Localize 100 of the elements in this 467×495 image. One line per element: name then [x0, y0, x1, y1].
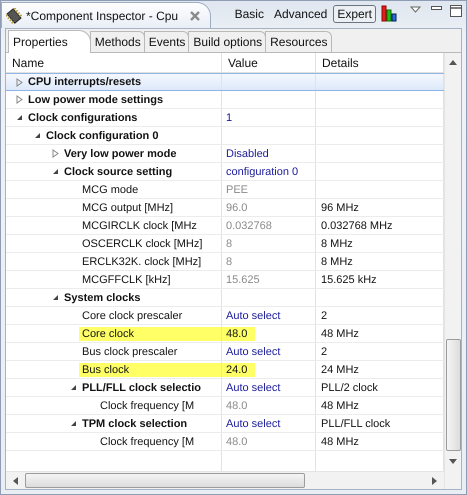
- property-name: MCGFFCLK [kHz]: [81, 272, 172, 286]
- expand-arrow-icon[interactable]: [52, 149, 59, 158]
- property-value[interactable]: Auto select: [222, 416, 288, 430]
- property-name: System clocks: [63, 290, 142, 304]
- tree-row[interactable]: Core clock prescaler Auto select 2: [6, 307, 444, 325]
- tree-row[interactable]: MCGIRCLK clock [MHz 0.032768 0.032768 MHz: [6, 217, 444, 235]
- tree-row[interactable]: Clock configuration 0: [6, 127, 444, 145]
- property-value[interactable]: Auto select: [222, 344, 288, 358]
- scroll-down-icon[interactable]: [449, 459, 457, 465]
- tree-row[interactable]: MCG mode PEE: [6, 181, 444, 199]
- expand-arrow-icon[interactable]: [16, 78, 23, 86]
- property-value: 48.0: [225, 398, 248, 412]
- tree-row[interactable]: Clock configurations 1: [6, 109, 444, 127]
- property-name: MCG mode: [81, 182, 140, 196]
- property-value: 96.0: [225, 200, 248, 214]
- property-details: 24 MHz: [320, 364, 359, 376]
- property-details: 0.032768 MHz: [320, 220, 393, 232]
- property-name: Clock configuration 0: [45, 128, 160, 142]
- tree-row[interactable]: System clocks: [6, 289, 444, 307]
- property-name: Clock configurations: [27, 110, 138, 124]
- tab[interactable]: Resources: [265, 31, 332, 52]
- property-name: ERCLK32K. clock [MHz]: [81, 254, 202, 268]
- tree-row[interactable]: ERCLK32K. clock [MHz] 8 8 MHz: [6, 253, 444, 271]
- vertical-scrollbar[interactable]: [444, 53, 461, 489]
- collapse-arrow-icon[interactable]: [52, 294, 59, 301]
- tree-row[interactable]: MCG output [MHz] 96.0 96 MHz: [6, 199, 444, 217]
- property-value: 48.0: [222, 326, 256, 340]
- property-name: MCG output [MHz]: [81, 200, 174, 214]
- property-name: TPM clock selection: [81, 416, 188, 430]
- tree-row[interactable]: Core clock 48.0 48 MHz: [6, 325, 444, 343]
- collapse-arrow-icon[interactable]: [70, 420, 77, 427]
- dropdown-icon[interactable]: [410, 6, 421, 13]
- collapse-arrow-icon[interactable]: [34, 132, 41, 139]
- property-value[interactable]: Disabled: [222, 146, 277, 160]
- scrollbar-thumb[interactable]: [25, 473, 305, 488]
- collapse-arrow-icon[interactable]: [70, 384, 77, 391]
- property-name: Low power mode settings: [27, 92, 164, 106]
- property-details: 2: [320, 310, 328, 322]
- property-name: Clock source setting: [63, 164, 174, 178]
- property-value[interactable]: Auto select: [222, 308, 288, 322]
- maximize-icon[interactable]: [450, 5, 462, 17]
- property-name: Clock frequency [M: [99, 398, 196, 412]
- collapse-arrow-icon[interactable]: [16, 114, 23, 121]
- mode-button[interactable]: Advanced: [270, 4, 332, 22]
- property-details: PLL/FLL clock: [320, 418, 390, 430]
- property-name: PLL/FLL clock selectio: [81, 380, 202, 394]
- tree-row[interactable]: TPM clock selection Auto select PLL/FLL clock: [6, 415, 444, 433]
- property-name: Bus clock: [79, 362, 221, 376]
- column-header[interactable]: Name: [6, 53, 222, 72]
- property-value: 8: [225, 236, 234, 250]
- property-value: 8: [225, 254, 234, 268]
- property-name: Core clock: [79, 326, 221, 340]
- property-value[interactable]: Auto select: [222, 380, 288, 394]
- tree-row[interactable]: MCGFFCLK [kHz] 15.625 15.625 kHz: [6, 271, 444, 289]
- tree-row[interactable]: PLL/FLL clock selectio Auto select PLL/2 clock: [6, 379, 444, 397]
- property-value: 0.032768: [225, 218, 273, 232]
- tree-row[interactable]: Clock frequency [M 48.0 48 MHz: [6, 397, 444, 415]
- property-name: MCGIRCLK clock [MHz: [81, 218, 198, 232]
- property-value: PEE: [225, 182, 250, 196]
- tree-row[interactable]: Clock source setting configuration 0: [6, 163, 444, 181]
- tree-row[interactable]: Very low power mode Disabled: [6, 145, 444, 163]
- property-name: Bus clock prescaler: [81, 344, 178, 358]
- scroll-left-icon[interactable]: [12, 476, 19, 484]
- close-icon[interactable]: [190, 10, 200, 20]
- scroll-up-icon[interactable]: [449, 59, 457, 65]
- scroll-right-icon[interactable]: [431, 476, 438, 484]
- mode-button[interactable]: Basic: [230, 4, 268, 22]
- property-details: 96 MHz: [320, 202, 359, 214]
- property-name: Clock frequency [M: [99, 434, 196, 448]
- property-details: 15.625 kHz: [320, 274, 377, 286]
- chip-icon: [6, 8, 22, 24]
- column-header[interactable]: Value: [222, 53, 316, 72]
- editor-tab[interactable]: *Component Inspector - Cpu: [1, 2, 212, 28]
- property-details: 8 MHz: [320, 256, 353, 268]
- bar-chart-icon[interactable]: [381, 5, 398, 22]
- property-details: 48 MHz: [320, 400, 359, 412]
- property-name: Core clock prescaler: [81, 308, 184, 322]
- property-name: OSCERCLK clock [MHz]: [81, 236, 204, 250]
- property-details: 8 MHz: [320, 238, 353, 250]
- collapse-arrow-icon[interactable]: [52, 168, 59, 175]
- property-details: 48 MHz: [320, 328, 359, 340]
- property-name: CPU interrupts/resets: [27, 75, 142, 89]
- tab[interactable]: Properties: [8, 30, 91, 53]
- horizontal-scrollbar[interactable]: [6, 471, 444, 489]
- tree-row[interactable]: Bus clock 24.0 24 MHz: [6, 361, 444, 379]
- minimize-icon[interactable]: [431, 6, 442, 11]
- property-value[interactable]: 1: [222, 110, 240, 124]
- expand-arrow-icon[interactable]: [16, 95, 23, 104]
- property-value[interactable]: configuration 0: [222, 164, 306, 178]
- tree-row[interactable]: CPU interrupts/resets: [6, 73, 444, 91]
- property-details: 48 MHz: [320, 436, 359, 448]
- property-details: PLL/2 clock: [320, 382, 378, 394]
- property-details: 2: [320, 346, 328, 358]
- mode-button[interactable]: Expert: [333, 4, 376, 22]
- tree-row[interactable]: Low power mode settings: [6, 91, 444, 109]
- tree-row[interactable]: Bus clock prescaler Auto select 2: [6, 343, 444, 361]
- scrollbar-thumb[interactable]: [446, 339, 460, 451]
- tree-row[interactable]: OSCERCLK clock [MHz] 8 8 MHz: [6, 235, 444, 253]
- tree-row[interactable]: Clock frequency [M 48.0 48 MHz: [6, 433, 444, 451]
- property-value: 48.0: [225, 434, 248, 448]
